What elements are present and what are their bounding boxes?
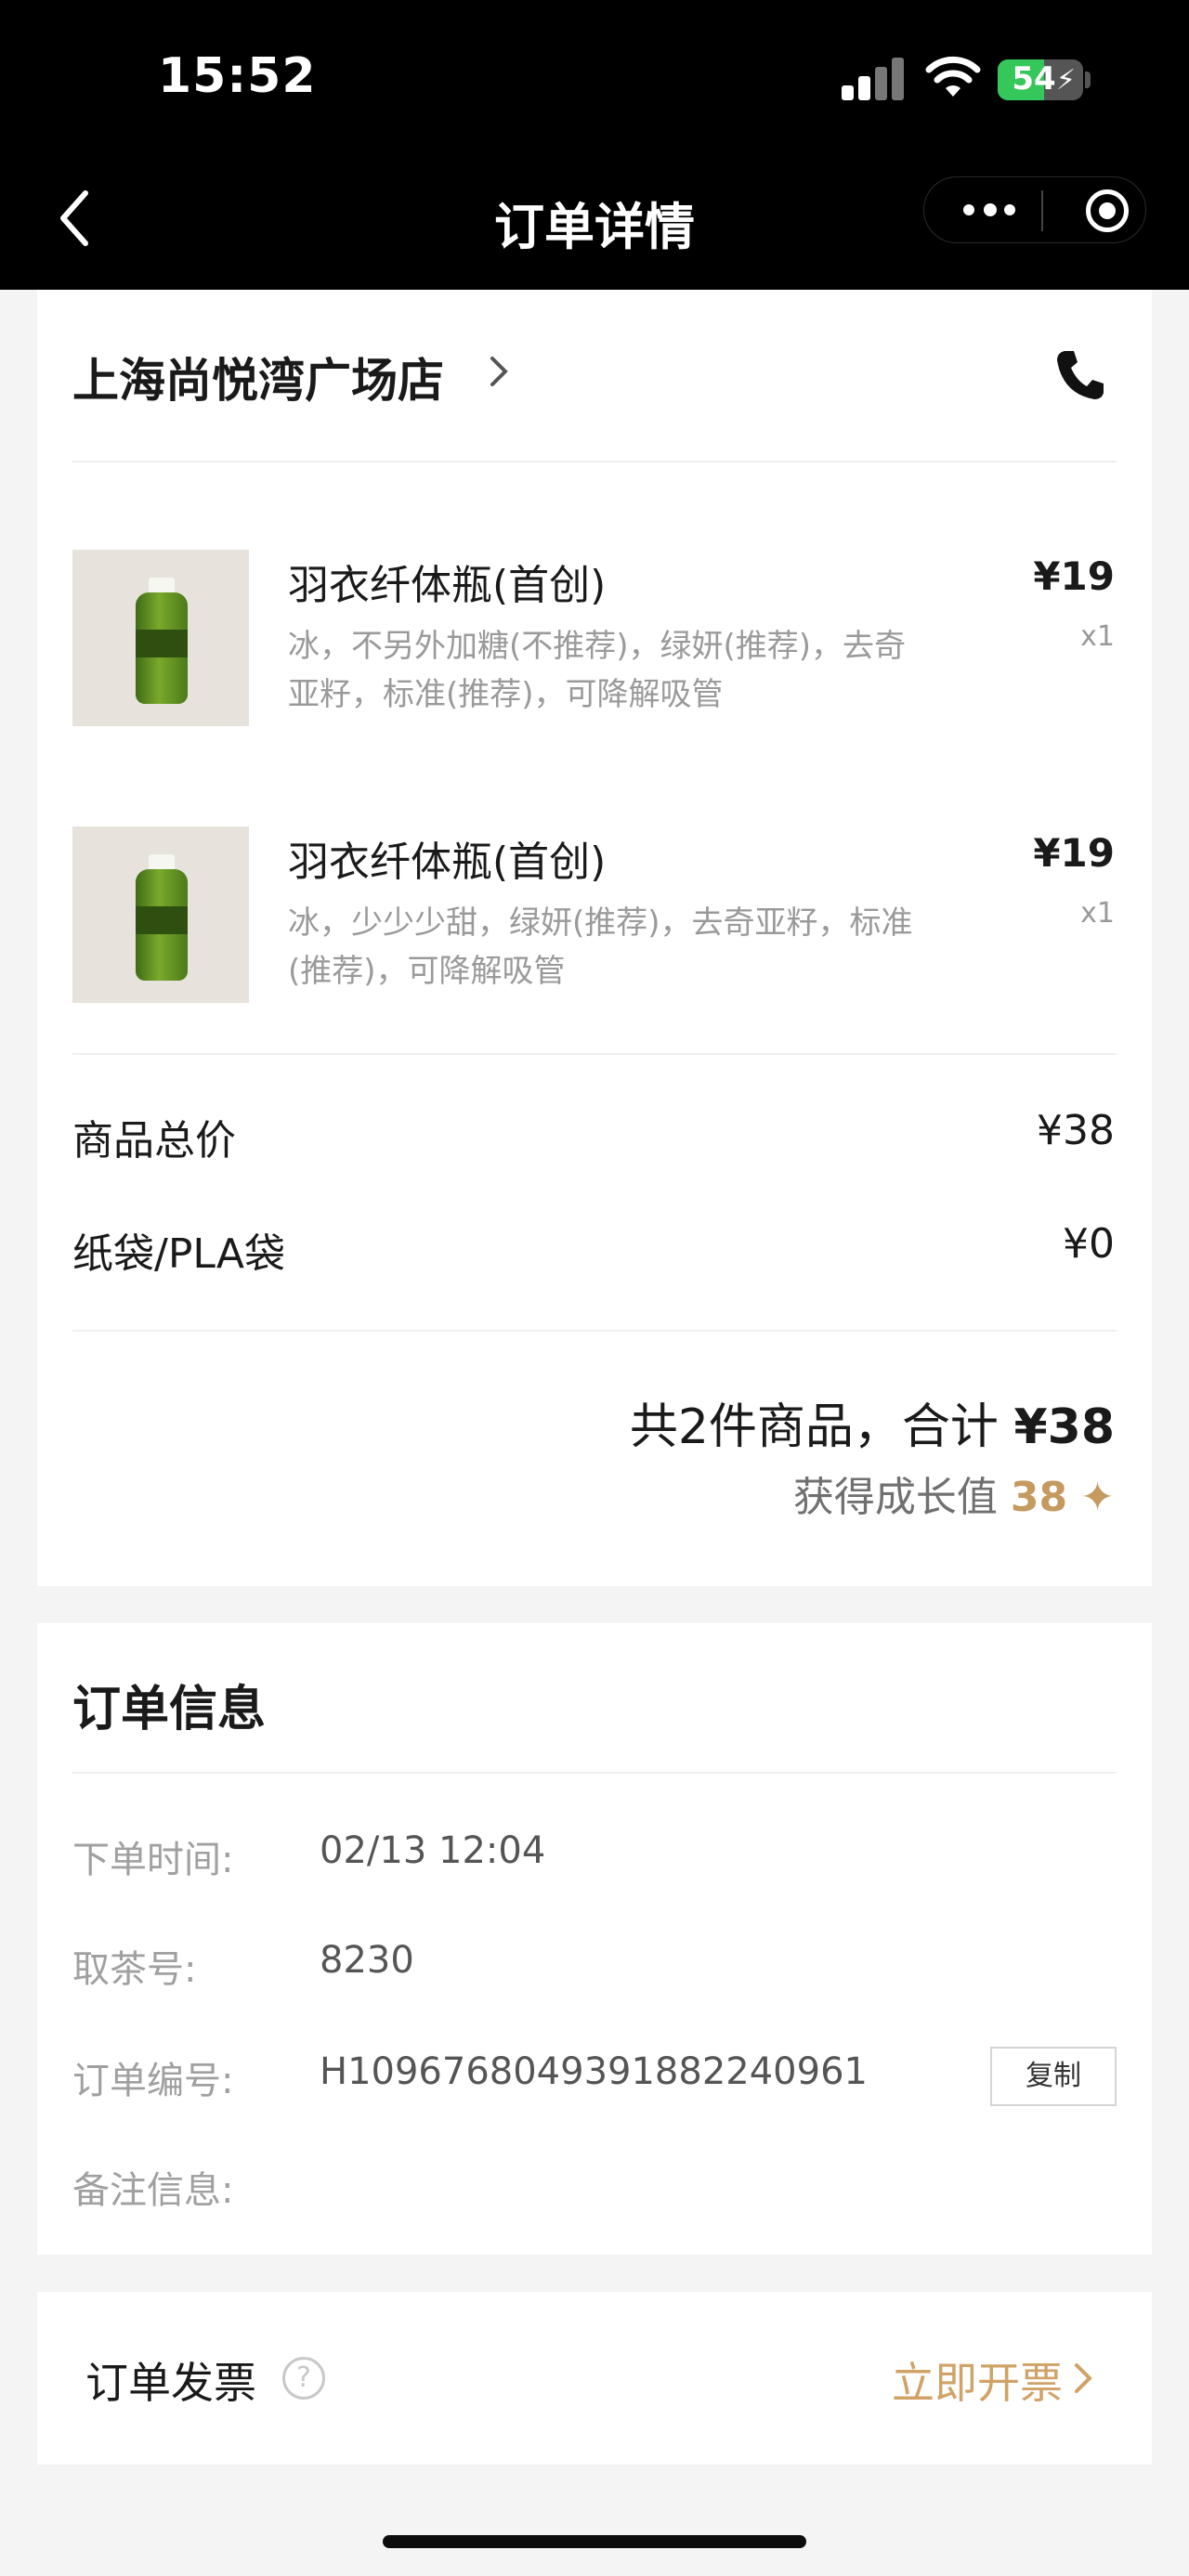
product-spec: 冰，不另外加糖(不推荐)，绿妍(推荐)，去奇亚籽，标准(推荐)，可降解吸管 [288, 628, 907, 713]
divider [72, 1330, 1117, 1332]
top-bar: 15:52 54 ⚡ 订单详情 [0, 0, 1189, 290]
divider [72, 1053, 1117, 1055]
order-time-label: 下单时间: [72, 1839, 234, 1881]
growth-label: 获得成长值 [792, 1474, 1011, 1521]
battery-indicator: 54 ⚡ [998, 59, 1083, 100]
growth-points: 获得成长值 38 ✦ [793, 1464, 1115, 1523]
product-price: ¥19 [1033, 553, 1115, 599]
remark-label: 备注信息: [72, 2169, 234, 2212]
pickup-number-label: 取茶号: [72, 1948, 197, 1991]
order-info-card: 订单信息 下单时间: 02/13 12:04 取茶号: 8230 订单编号: H… [37, 1623, 1152, 2255]
wifi-icon [925, 56, 981, 97]
product-qty: x1 [1080, 620, 1115, 653]
bag-fee-value: ¥0 [1063, 1220, 1115, 1268]
help-icon[interactable]: ? [282, 2357, 325, 2400]
product-spec: 冰，少少少甜，绿妍(推荐)，去奇亚籽，标准(推荐)，可降解吸管 [288, 904, 913, 990]
product-image [72, 550, 249, 726]
subtotal-label: 商品总价 [72, 1117, 236, 1164]
product-name: 羽衣纤体瓶(首创) [288, 839, 607, 886]
order-card: 上海尚悦湾广场店 羽衣纤体瓶(首创) 冰，不另外加糖(不推荐)，绿妍(推荐)，去… [37, 290, 1152, 1586]
order-number-value: H109676804939188224096​1 [320, 2050, 868, 2093]
invoice-label: 订单发票 [85, 2358, 256, 2408]
phone-icon[interactable] [1052, 345, 1109, 403]
product-qty: x1 [1080, 897, 1115, 930]
mini-program-capsule [923, 176, 1146, 243]
pickup-number-value: 8230 [320, 1939, 414, 1982]
cellular-signal-icon [842, 58, 905, 100]
divider [72, 461, 1117, 462]
target-icon[interactable] [1086, 189, 1129, 232]
capsule-divider [1041, 190, 1043, 231]
copy-button[interactable]: 复制 [990, 2047, 1117, 2106]
chevron-right-icon[interactable] [1072, 2361, 1094, 2396]
charging-icon: ⚡ [1055, 64, 1076, 97]
order-time-value: 02/13 12:04 [320, 1829, 546, 1872]
chevron-right-icon[interactable] [485, 353, 513, 390]
bag-fee-label: 纸袋/PLA袋 [72, 1230, 285, 1278]
subtotal-value: ¥38 [1037, 1107, 1115, 1154]
status-time: 15:52 [158, 48, 317, 104]
more-icon[interactable] [963, 203, 1015, 217]
store-name[interactable]: 上海尚悦湾广场店 [72, 344, 444, 410]
divider [72, 1772, 1117, 1774]
product-name: 羽衣纤体瓶(首创) [288, 562, 607, 609]
section-title: 订单信息 [72, 1682, 267, 1737]
total-prefix: 共2件商品，合计 [629, 1399, 1014, 1455]
order-number-label: 订单编号: [72, 2060, 234, 2102]
growth-value: 38 [1010, 1474, 1068, 1521]
battery-tip [1085, 72, 1091, 88]
product-price: ¥19 [1033, 830, 1115, 876]
sparkle-icon: ✦ [1080, 1474, 1115, 1521]
issue-invoice-link[interactable]: 立即开票 [892, 2349, 1063, 2411]
home-indicator[interactable] [383, 2535, 806, 2548]
total-amount: ¥38 [1013, 1399, 1115, 1455]
order-total: 共2件商品，合计 ¥38 [630, 1387, 1115, 1457]
product-image [72, 826, 249, 1003]
invoice-card[interactable]: 订单发票 ? 立即开票 [37, 2292, 1152, 2465]
